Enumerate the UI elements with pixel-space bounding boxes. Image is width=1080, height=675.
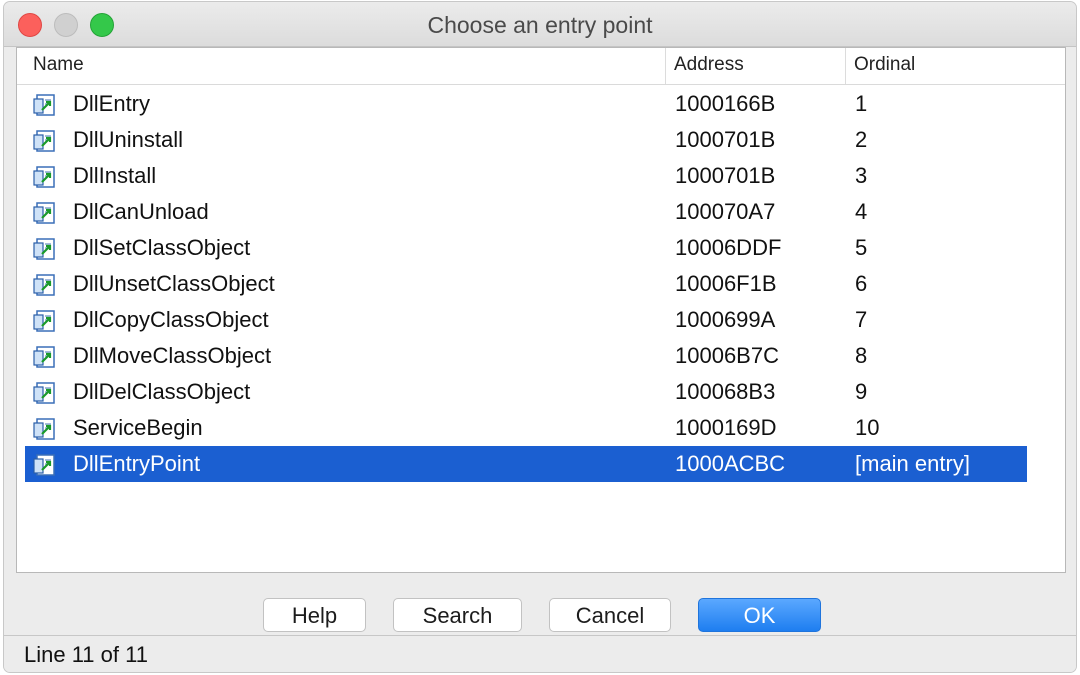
row-ordinal: 6 bbox=[855, 271, 868, 296]
column-header-name[interactable]: Name bbox=[33, 48, 84, 84]
list-rows: DllEntry 1000166B 1 DllUninstall 1000701B 2 Dl… bbox=[25, 86, 1027, 482]
row-address: 10006F1B bbox=[675, 271, 777, 296]
row-ordinal: 1 bbox=[855, 91, 868, 116]
row-address: 1000701B bbox=[675, 127, 776, 152]
row-name: DllEntry bbox=[73, 91, 151, 116]
function-entry-icon bbox=[33, 344, 57, 368]
table-row[interactable]: DllMoveClassObject 10006B7C 8 bbox=[25, 338, 1027, 374]
row-address: 1000ACBC bbox=[675, 451, 786, 476]
row-address: 100070A7 bbox=[675, 199, 776, 224]
row-name: DllCanUnload bbox=[73, 199, 209, 224]
function-entry-icon bbox=[33, 272, 57, 296]
row-ordinal: [main entry] bbox=[855, 451, 970, 476]
function-entry-icon bbox=[33, 416, 57, 440]
function-entry-icon bbox=[33, 452, 57, 476]
function-entry-icon bbox=[33, 236, 57, 260]
row-name: DllSetClassObject bbox=[73, 235, 251, 260]
row-name: DllInstall bbox=[73, 163, 157, 188]
table-row[interactable]: DllCopyClassObject 1000699A 7 bbox=[25, 302, 1027, 338]
cancel-button[interactable]: Cancel bbox=[549, 598, 671, 632]
row-ordinal: 10 bbox=[855, 415, 880, 440]
row-address: 1000699A bbox=[675, 307, 776, 332]
function-entry-icon bbox=[33, 308, 57, 332]
status-text: Line 11 of 11 bbox=[24, 642, 148, 667]
function-entry-icon bbox=[33, 92, 57, 116]
search-button[interactable]: Search bbox=[393, 598, 522, 632]
row-address: 10006B7C bbox=[675, 343, 779, 368]
row-ordinal: 5 bbox=[855, 235, 868, 260]
row-name: DllEntryPoint bbox=[73, 451, 201, 476]
row-ordinal: 3 bbox=[855, 163, 868, 188]
row-name: ServiceBegin bbox=[73, 415, 203, 440]
row-address: 1000169D bbox=[675, 415, 777, 440]
row-ordinal: 4 bbox=[855, 199, 868, 224]
row-name: DllUninstall bbox=[73, 127, 184, 152]
table-row[interactable]: DllDelClassObject 100068B3 9 bbox=[25, 374, 1027, 410]
row-ordinal: 9 bbox=[855, 379, 868, 404]
dialog-window: Choose an entry point Name Address Ordin… bbox=[4, 2, 1076, 672]
function-entry-icon bbox=[33, 164, 57, 188]
row-address: 1000166B bbox=[675, 91, 776, 116]
ok-button[interactable]: OK bbox=[698, 598, 821, 632]
status-bar: Line 11 of 11 bbox=[4, 635, 1076, 672]
table-row[interactable]: DllCanUnload 100070A7 4 bbox=[25, 194, 1027, 230]
table-row[interactable]: DllUninstall 1000701B 2 bbox=[25, 122, 1027, 158]
function-entry-icon bbox=[33, 128, 57, 152]
row-ordinal: 2 bbox=[855, 127, 868, 152]
list-header: Name Address Ordinal bbox=[17, 48, 1065, 85]
entry-point-list[interactable]: Name Address Ordinal DllEntry 1000166B 1 Dl… bbox=[16, 47, 1066, 573]
function-entry-icon bbox=[33, 200, 57, 224]
table-row[interactable]: DllSetClassObject 10006DDF 5 bbox=[25, 230, 1027, 266]
row-name: DllDelClassObject bbox=[73, 379, 251, 404]
table-row[interactable]: DllEntryPoint 1000ACBC [main entry] bbox=[25, 446, 1027, 482]
table-row[interactable]: DllEntry 1000166B 1 bbox=[25, 86, 1027, 122]
row-address: 100068B3 bbox=[675, 379, 776, 404]
window-title: Choose an entry point bbox=[427, 12, 653, 38]
column-header-address[interactable]: Address bbox=[665, 48, 843, 84]
table-row[interactable]: DllUnsetClassObject 10006F1B 6 bbox=[25, 266, 1027, 302]
table-row[interactable]: DllInstall 1000701B 3 bbox=[25, 158, 1027, 194]
help-button[interactable]: Help bbox=[263, 598, 366, 632]
row-ordinal: 8 bbox=[855, 343, 868, 368]
row-name: DllUnsetClassObject bbox=[73, 271, 275, 296]
row-address: 10006DDF bbox=[675, 235, 782, 260]
row-address: 1000701B bbox=[675, 163, 776, 188]
title-bar[interactable]: Choose an entry point bbox=[4, 2, 1076, 47]
column-header-ordinal[interactable]: Ordinal bbox=[845, 48, 1025, 84]
function-entry-icon bbox=[33, 380, 57, 404]
row-ordinal: 7 bbox=[855, 307, 868, 332]
table-row[interactable]: ServiceBegin 1000169D 10 bbox=[25, 410, 1027, 446]
row-name: DllCopyClassObject bbox=[73, 307, 269, 332]
row-name: DllMoveClassObject bbox=[73, 343, 272, 368]
